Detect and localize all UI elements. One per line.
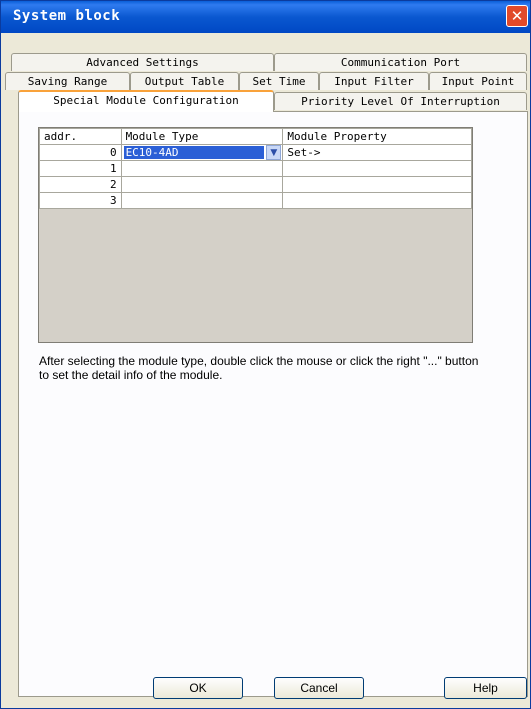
ok-button[interactable]: OK: [153, 677, 243, 699]
column-header-module-property[interactable]: Module Property: [282, 128, 472, 145]
table-row[interactable]: 1: [39, 160, 472, 177]
system-block-dialog: System block ✕ Advanced Settings Communi…: [0, 0, 531, 709]
table-header-row: addr. Module Type Module Property: [39, 128, 472, 145]
tab-input-filter[interactable]: Input Filter: [319, 72, 429, 90]
module-type-select[interactable]: EC10-4AD ▼: [120, 144, 284, 161]
module-type-cell[interactable]: [120, 160, 284, 177]
addr-cell: 0: [39, 144, 122, 161]
column-header-addr[interactable]: addr.: [39, 128, 122, 145]
tab-special-module-configuration[interactable]: Special Module Configuration: [18, 90, 274, 112]
tab-input-point[interactable]: Input Point: [429, 72, 527, 90]
cancel-button[interactable]: Cancel: [274, 677, 364, 699]
table-row[interactable]: 3: [39, 192, 472, 209]
module-property-cell[interactable]: Set->: [282, 144, 472, 161]
module-property-cell[interactable]: [282, 176, 472, 193]
tab-set-time[interactable]: Set Time: [239, 72, 319, 90]
tab-communication-port[interactable]: Communication Port: [274, 53, 527, 71]
tab-priority-level-of-interruption[interactable]: Priority Level Of Interruption: [274, 92, 527, 110]
close-icon: ✕: [510, 7, 524, 25]
table-row[interactable]: 0 EC10-4AD ▼ Set->: [39, 144, 472, 161]
addr-cell: 1: [39, 160, 122, 177]
module-grid[interactable]: addr. Module Type Module Property 0 EC10…: [38, 127, 473, 343]
tab-saving-range[interactable]: Saving Range: [5, 72, 130, 90]
addr-cell: 2: [39, 176, 122, 193]
module-type-cell[interactable]: [120, 176, 284, 193]
module-type-cell[interactable]: [120, 192, 284, 209]
module-table: addr. Module Type Module Property 0 EC10…: [39, 128, 472, 209]
column-header-module-type[interactable]: Module Type: [120, 128, 284, 145]
chevron-down-icon[interactable]: ▼: [266, 145, 282, 160]
tab-output-table[interactable]: Output Table: [130, 72, 239, 90]
addr-cell: 3: [39, 192, 122, 209]
module-property-cell[interactable]: [282, 160, 472, 177]
title-bar[interactable]: System block ✕: [1, 1, 530, 33]
module-property-cell[interactable]: [282, 192, 472, 209]
help-button[interactable]: Help: [444, 677, 527, 699]
tab-advanced-settings[interactable]: Advanced Settings: [11, 53, 274, 71]
help-text: After selecting the module type, double …: [39, 354, 479, 382]
window-title: System block: [13, 8, 121, 24]
module-type-value: EC10-4AD: [123, 146, 264, 159]
close-button[interactable]: ✕: [506, 5, 528, 27]
table-row[interactable]: 2: [39, 176, 472, 193]
